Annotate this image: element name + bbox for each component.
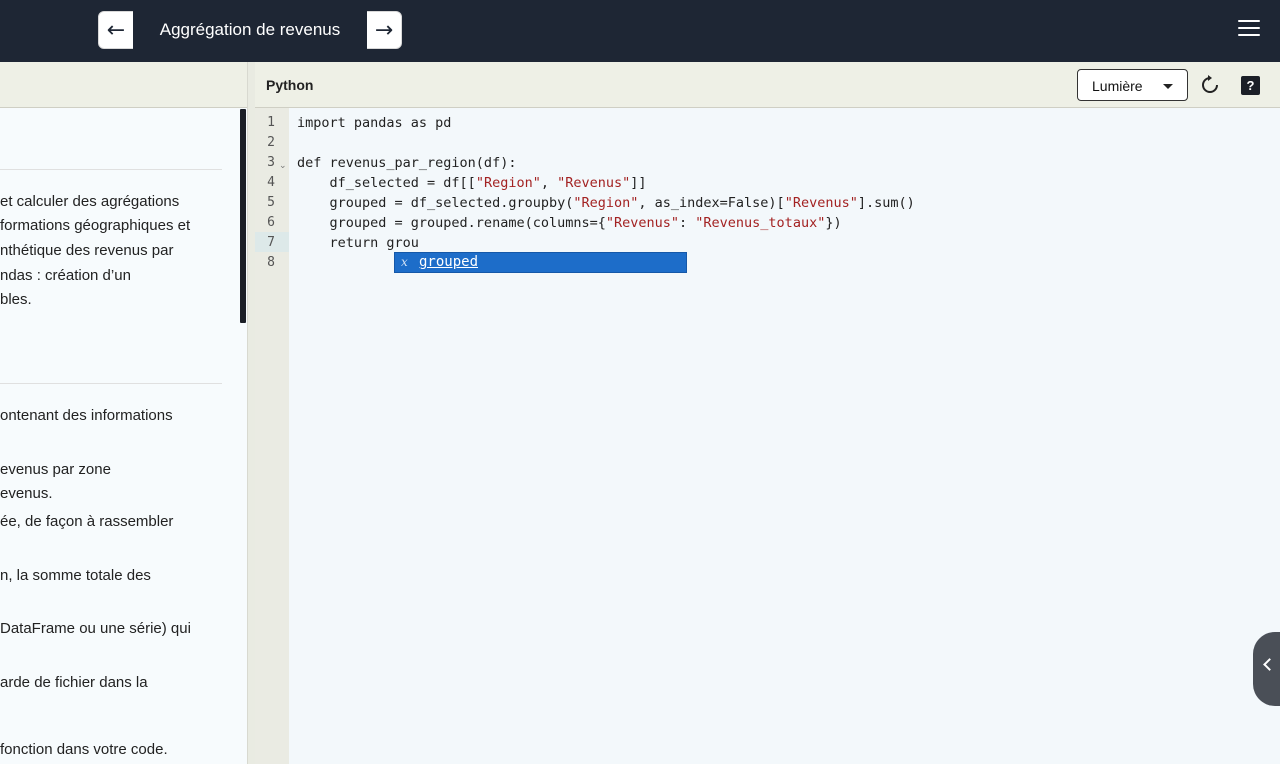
instruction-line: ée, de façon à rassembler (0, 513, 174, 530)
instruction-line: n, la somme totale des (0, 567, 151, 584)
reset-button[interactable] (1200, 75, 1220, 95)
code-line-1: import pandas as pd (297, 115, 452, 131)
instructions-header (0, 62, 247, 108)
instruction-line: nthétique des revenus par (0, 242, 174, 259)
instruction-line: fonction dans votre code. (0, 741, 168, 758)
instruction-line: formations géographiques et (0, 217, 191, 234)
theme-select[interactable]: Lumière (1077, 69, 1188, 101)
instructions-panel: et calculer des agrégations formations g… (0, 62, 247, 764)
code-line-6: grouped = grouped.rename(columns={"Reven… (297, 215, 842, 231)
fold-arrow-icon[interactable]: ⌄ (279, 161, 287, 171)
line-number-gutter: 1 2 3 ⌄ 4 5 6 7 8 (255, 108, 289, 764)
previous-button[interactable]: ← (99, 12, 133, 48)
exercise-navigation: ← Aggrégation de revenus → (98, 11, 402, 49)
code-line-4: df_selected = df[["Region", "Revenus"]] (297, 175, 647, 191)
top-bar: ← Aggrégation de revenus → (0, 0, 1280, 62)
instruction-line: evenus par zone (0, 461, 111, 478)
code-editor[interactable]: import pandas as pd def revenus_par_regi… (289, 108, 1280, 764)
chevron-left-icon (1263, 658, 1276, 671)
pane-resizer[interactable] (247, 62, 255, 764)
autocomplete-label: grouped (419, 254, 479, 270)
variable-type-icon: x (401, 255, 408, 269)
line-number: 7 (267, 235, 275, 250)
line-number: 8 (267, 255, 275, 270)
code-line-3: def revenus_par_region(df): (297, 155, 517, 171)
divider (0, 169, 222, 170)
arrow-left-icon: ← (106, 17, 126, 43)
next-button[interactable]: → (367, 12, 401, 48)
line-number: 2 (267, 135, 275, 150)
reset-icon (1202, 75, 1218, 93)
line-number: 6 (267, 215, 275, 230)
instruction-line: et calculer des agrégations (0, 193, 180, 210)
arrow-right-icon: → (374, 17, 394, 43)
code-line-7: return grou (297, 235, 419, 251)
line-number: 5 (267, 195, 275, 210)
language-label: Python (266, 77, 314, 93)
instruction-line: DataFrame ou une série) qui (0, 620, 191, 637)
code-line-5: grouped = df_selected.groupby("Region", … (297, 195, 915, 211)
instruction-line: ndas : création d’un (0, 267, 131, 284)
line-number: 1 (267, 115, 275, 130)
menu-button[interactable] (1238, 20, 1260, 38)
instruction-line: ontenant des informations (0, 407, 173, 424)
line-number: 4 (267, 175, 275, 190)
hamburger-menu-icon (1238, 20, 1260, 22)
line-number: 3 (267, 155, 275, 170)
divider (0, 383, 222, 384)
instruction-line: bles. (0, 291, 32, 308)
theme-select-value: Lumière (1092, 78, 1143, 94)
instruction-line: arde de fichier dans la (0, 674, 148, 691)
caret-down-icon (1163, 84, 1173, 89)
help-button[interactable]: ? (1241, 76, 1260, 95)
exercise-title: Aggrégation de revenus (133, 11, 367, 49)
autocomplete-suggestion[interactable]: x grouped (394, 252, 687, 273)
editor-toolbar: Python Lumière ? (255, 62, 1280, 108)
instruction-line: evenus. (0, 485, 53, 502)
instructions-scrollbar[interactable] (240, 109, 246, 323)
side-panel-toggle[interactable] (1253, 632, 1280, 706)
